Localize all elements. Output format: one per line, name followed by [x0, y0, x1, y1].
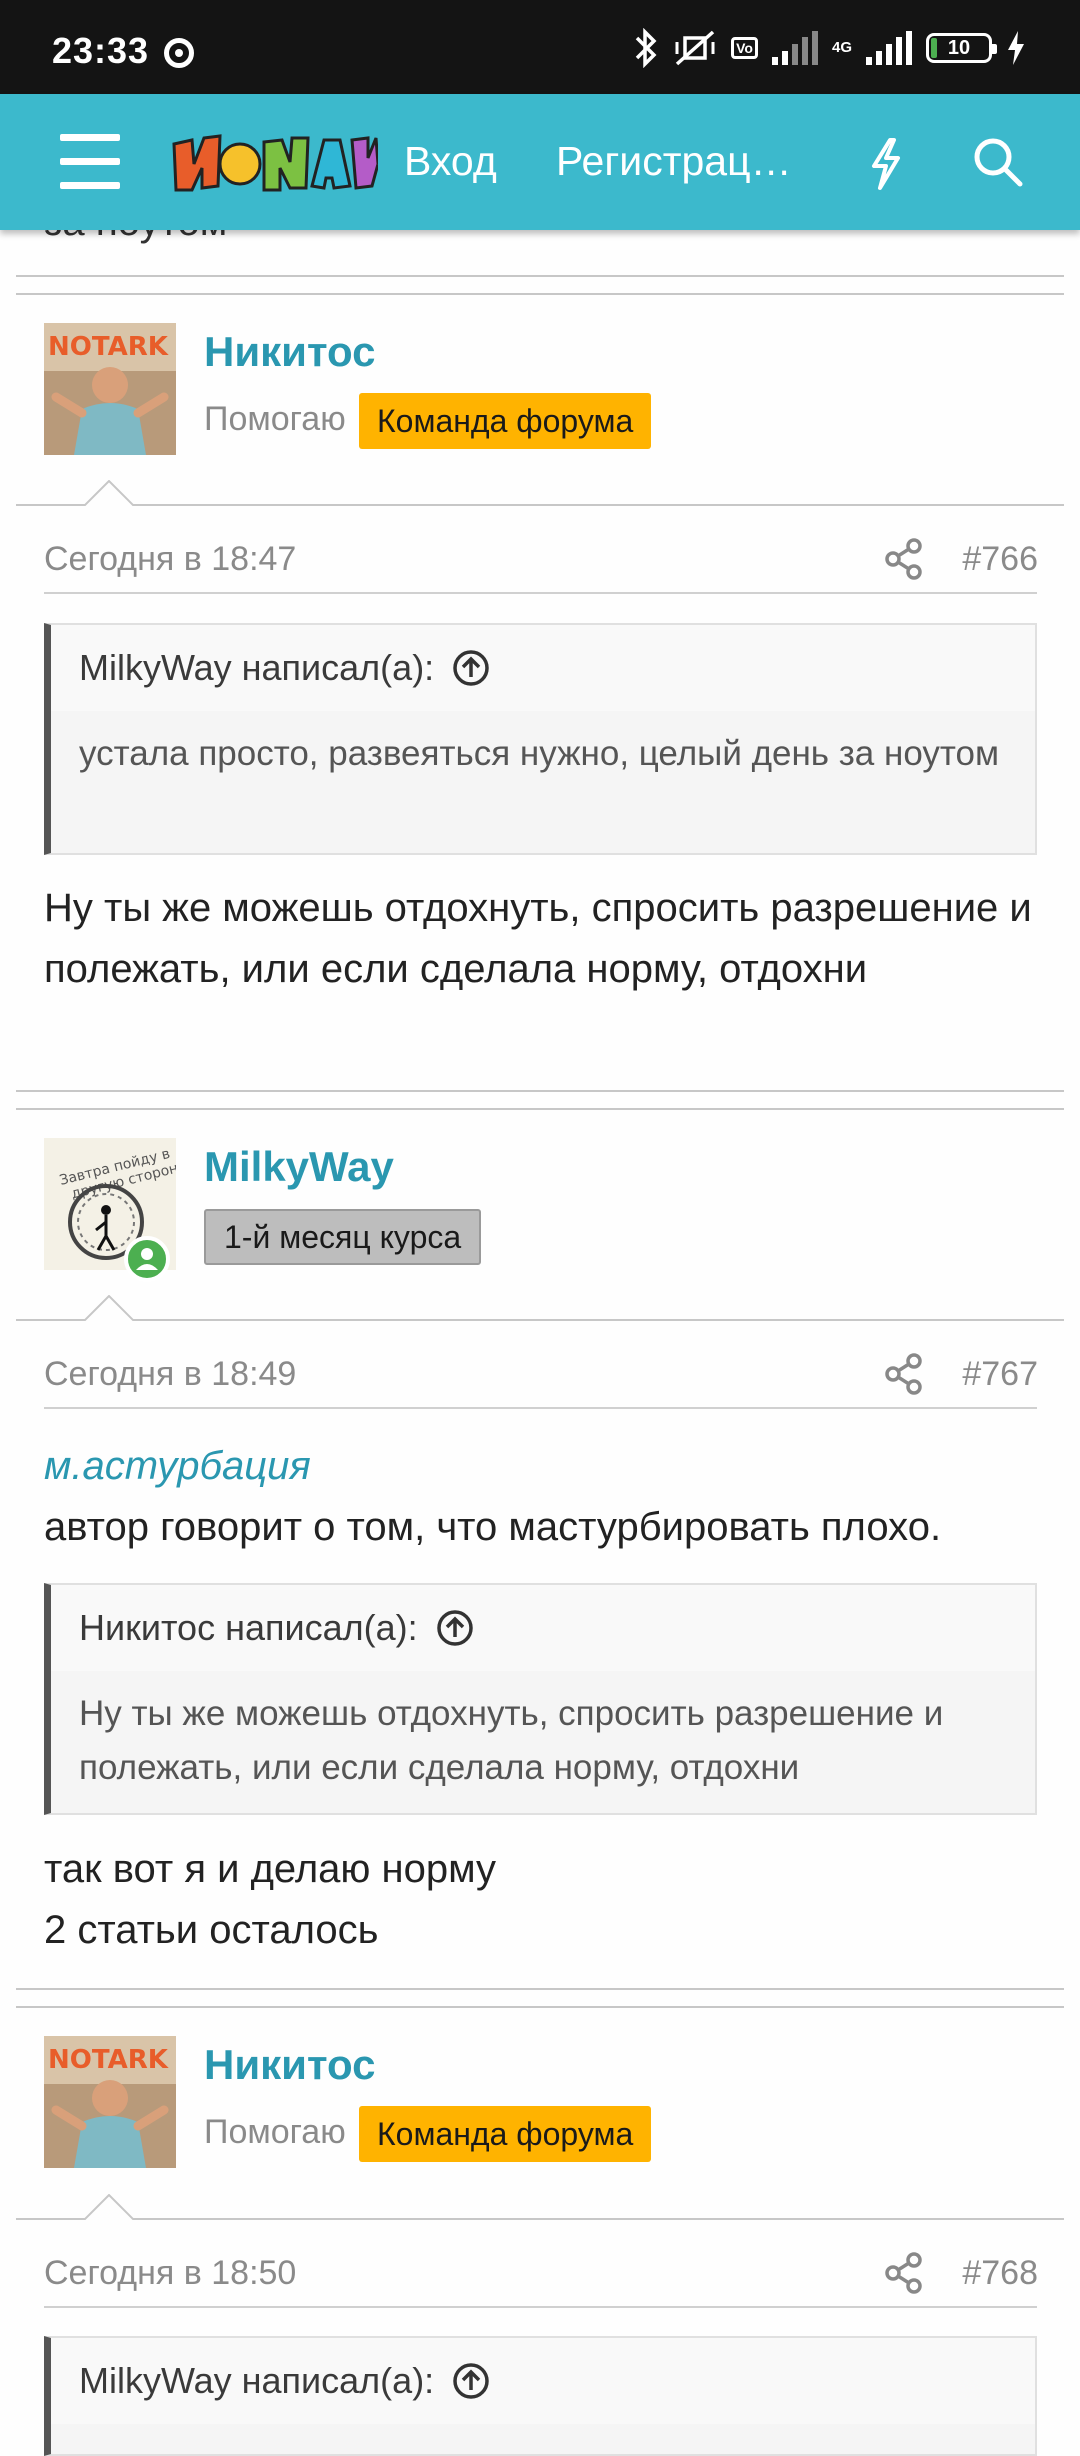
- intro-text: автор говорит о том, что мастурбировать …: [44, 1505, 942, 1549]
- quote-text: Ну ты же можешь отдохнуть, спросить разр…: [79, 1694, 944, 1787]
- message-arrow: [84, 2194, 134, 2220]
- quote-block: MilkyWay написал(а): устала просто, разв…: [44, 623, 1037, 855]
- svg-text:NOTARK: NOTARK: [48, 332, 169, 362]
- post-separator: [16, 2006, 1064, 2008]
- online-status-icon: [124, 1236, 170, 1282]
- divider: [16, 1319, 1064, 1321]
- volte-icon: Vo: [731, 37, 758, 59]
- login-link[interactable]: Вход: [404, 138, 497, 185]
- post-number[interactable]: #768: [962, 2254, 1038, 2293]
- user-title: Помогаю: [204, 400, 346, 438]
- post-separator: [16, 275, 1064, 277]
- meta-divider: [44, 592, 1037, 594]
- team-badge: Команда форума: [359, 2106, 652, 2162]
- status-time: 23:33: [52, 30, 150, 71]
- divider: [16, 2218, 1064, 2220]
- arrow-up-circle-icon[interactable]: [436, 1609, 474, 1647]
- avatar[interactable]: NOTARK: [44, 2036, 176, 2168]
- quote-author[interactable]: MilkyWay написал(а):: [79, 2360, 434, 2402]
- quote-block: Никитос написал(а): Ну ты же можешь отдо…: [44, 1583, 1037, 1815]
- quote-header[interactable]: MilkyWay написал(а):: [51, 625, 1035, 711]
- post-intro: м.астурбация автор говорит о том, что ма…: [44, 1436, 1044, 1558]
- charging-icon: [1008, 31, 1024, 65]
- signal-icon: [771, 31, 818, 65]
- register-link[interactable]: Регистрац…: [556, 138, 796, 185]
- username[interactable]: MilkyWay: [204, 1143, 394, 1191]
- menu-icon[interactable]: [60, 134, 120, 190]
- quote-author[interactable]: Никитос написал(а):: [79, 1607, 418, 1649]
- arrow-up-circle-icon[interactable]: [452, 2362, 490, 2400]
- share-icon[interactable]: [884, 1353, 924, 1395]
- arrow-up-circle-icon[interactable]: [452, 649, 490, 687]
- network-type: 4G: [831, 39, 852, 56]
- quote-text: устала просто, развеяться нужно, целый д…: [79, 734, 1000, 773]
- lightning-icon[interactable]: [866, 136, 906, 192]
- body-line: так вот я и делаю норму: [44, 1847, 497, 1891]
- message-arrow: [84, 1295, 134, 1321]
- divider: [16, 504, 1064, 506]
- post-number[interactable]: #767: [962, 1355, 1038, 1394]
- avatar[interactable]: NOTARK: [44, 323, 176, 455]
- post-separator: [16, 1108, 1064, 1110]
- meta-divider: [44, 2306, 1037, 2308]
- team-badge: Команда форума: [359, 393, 652, 449]
- meta-divider: [44, 1407, 1037, 1409]
- status-icons: Vo 4G 10: [633, 28, 1026, 68]
- message-arrow: [84, 480, 134, 506]
- body-line: 2 статьи осталось: [44, 1908, 379, 1952]
- svg-text:NOTARK: NOTARK: [48, 2045, 169, 2075]
- bluetooth-icon: [635, 28, 657, 68]
- quote-block: MilkyWay написал(а):: [44, 2336, 1037, 2456]
- post-separator: [16, 1090, 1064, 1092]
- quote-header[interactable]: MilkyWay написал(а):: [51, 2338, 1035, 2424]
- rank-badge: 1-й месяц курса: [204, 1209, 482, 1265]
- post-body: так вот я и делаю норму 2 статьи осталос…: [44, 1839, 1044, 1961]
- search-icon[interactable]: [972, 136, 1024, 188]
- post-date[interactable]: Сегодня в 18:50: [44, 2254, 296, 2293]
- app-header: Вход Регистрац…: [0, 94, 1080, 230]
- signal-icon-2: [866, 31, 912, 65]
- battery-icon: 10: [926, 33, 997, 63]
- post-body: Ну ты же можешь отдохнуть, спросить разр…: [44, 886, 1032, 991]
- quote-header[interactable]: Никитос написал(а):: [51, 1585, 1035, 1671]
- username[interactable]: Никитос: [204, 328, 375, 376]
- chrome-icon: [164, 38, 194, 68]
- status-bar: 23:33 Vo 4G 10: [0, 0, 1080, 94]
- share-icon[interactable]: [884, 2252, 924, 2294]
- post-date[interactable]: Сегодня в 18:47: [44, 540, 296, 579]
- tag-link[interactable]: м.астурбация: [44, 1436, 1044, 1497]
- site-logo[interactable]: [168, 124, 378, 200]
- quote-author[interactable]: MilkyWay написал(а):: [79, 647, 434, 689]
- mute-vibrate-icon: [675, 30, 715, 66]
- user-title: Помогаю: [204, 2113, 346, 2151]
- username[interactable]: Никитос: [204, 2041, 375, 2089]
- share-icon[interactable]: [884, 538, 924, 580]
- post-separator: [16, 1988, 1064, 1990]
- post-date[interactable]: Сегодня в 18:49: [44, 1355, 296, 1394]
- post-number[interactable]: #766: [962, 540, 1038, 579]
- post-separator: [16, 293, 1064, 295]
